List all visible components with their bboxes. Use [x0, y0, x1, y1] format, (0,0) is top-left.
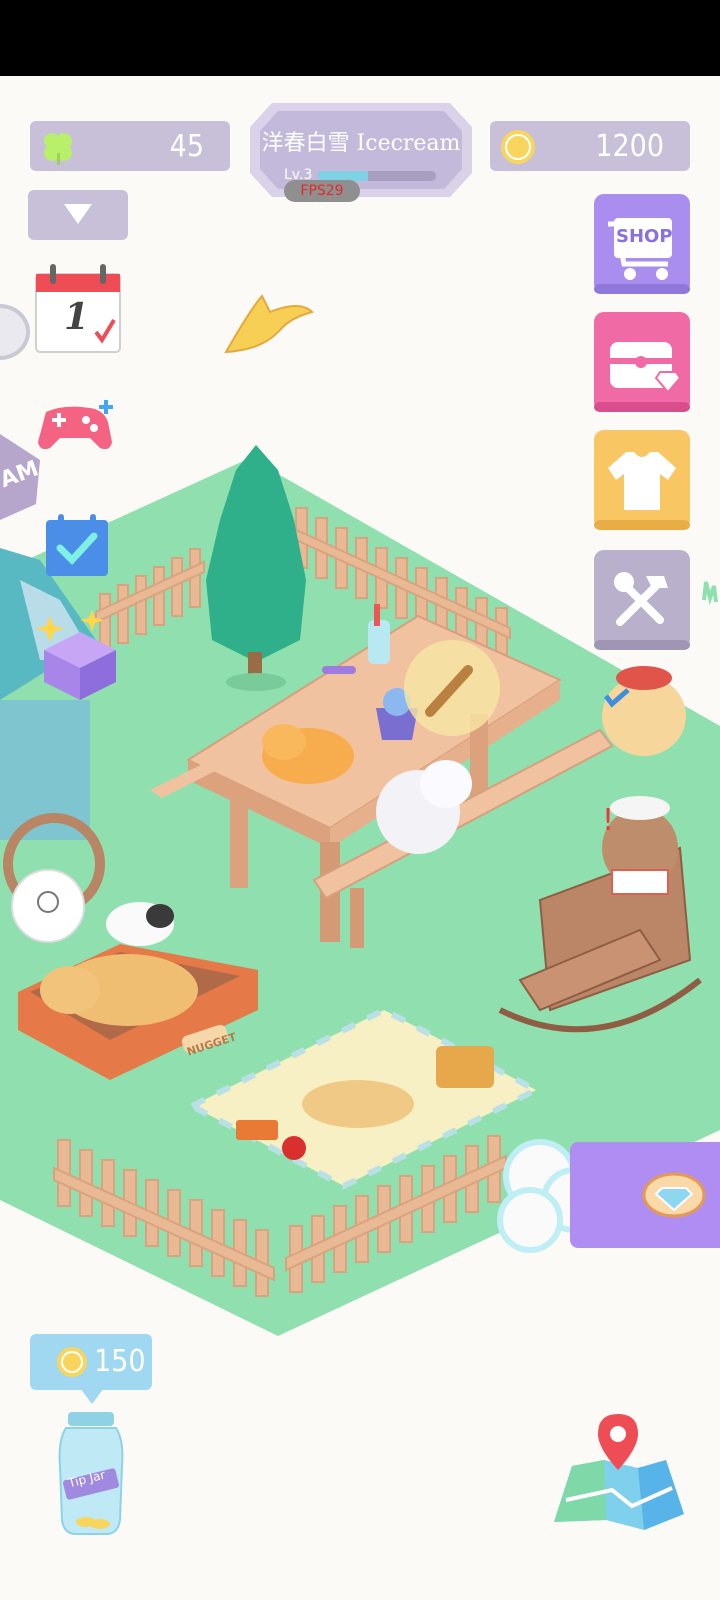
clover-count: 45 [169, 128, 204, 164]
banana-peel-decoration [224, 294, 314, 354]
coin-count: 1200 [595, 128, 664, 164]
coin-icon [57, 1347, 87, 1377]
coin-counter[interactable]: 1200 [490, 121, 690, 171]
diamond-offer-tab[interactable] [570, 1142, 720, 1248]
fps-counter: FPS29 [284, 180, 360, 202]
daily-calendar-button[interactable]: 1 [34, 262, 122, 354]
svg-text:!: ! [602, 803, 614, 838]
gamepad-icon [38, 400, 113, 450]
minigame-button[interactable] [34, 398, 120, 454]
map-icon [554, 1414, 684, 1530]
shop-button[interactable]: SHOP [594, 194, 690, 294]
calendar-day: 1 [64, 296, 90, 338]
chevron-down-icon [64, 204, 92, 224]
tools-icon [594, 572, 690, 650]
shop-sign: AM [0, 456, 42, 502]
cat-chef-character: ! [602, 796, 678, 895]
checklist-icon [46, 514, 108, 576]
tip-jar[interactable]: Tip Jar [56, 1410, 126, 1536]
daily-tasks-button[interactable] [44, 512, 110, 578]
diamond-icon [642, 1172, 706, 1218]
collapse-menu-button[interactable] [28, 190, 128, 240]
grass-tuft [702, 581, 718, 606]
chest-icon [594, 342, 690, 412]
clover-icon [44, 133, 72, 165]
tip-jar-coins: 150 [94, 1344, 146, 1379]
comb-thought-bubble [404, 640, 500, 736]
thought-bubble-left [11, 869, 85, 943]
wardrobe-button[interactable] [594, 430, 690, 530]
clover-counter[interactable]: 45 [30, 121, 230, 171]
player-badge[interactable]: 洋春白雪 Icecream Lv.3 [248, 101, 474, 199]
tip-jar-coins-bubble[interactable]: 150 [30, 1334, 152, 1404]
player-name: 洋春白雪 Icecream [261, 131, 461, 156]
tshirt-icon [594, 452, 690, 530]
treasure-chest-button[interactable] [594, 312, 690, 412]
shop-label: SHOP [616, 226, 673, 247]
tools-button[interactable] [594, 550, 690, 650]
shop-sign-text: AM [0, 456, 43, 494]
coin-icon [501, 130, 535, 164]
world-map-button[interactable] [552, 1410, 686, 1532]
